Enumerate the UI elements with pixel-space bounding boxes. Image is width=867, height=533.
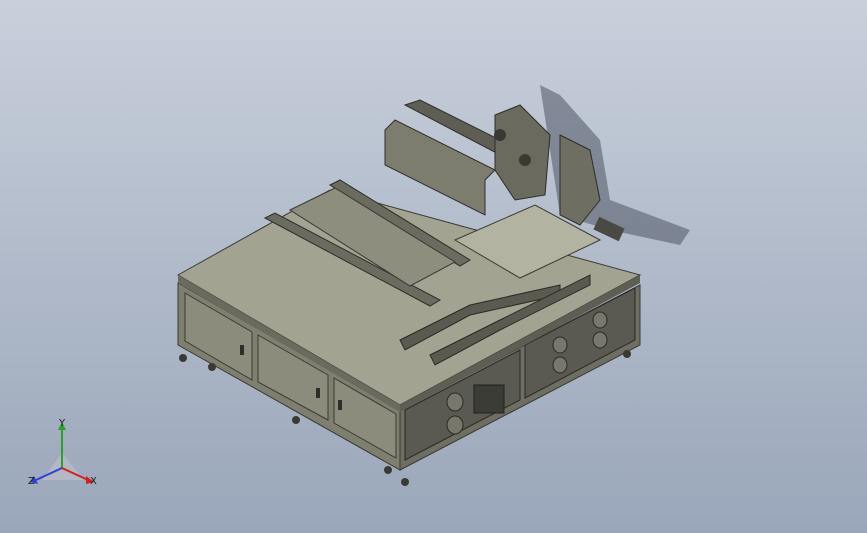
caster-wheel — [208, 363, 216, 371]
panel-hole — [552, 356, 568, 374]
door-handle-1 — [240, 345, 244, 355]
axis-triad: Y Z X — [22, 418, 112, 498]
machine-model[interactable] — [0, 0, 867, 533]
motor-pulley — [494, 129, 506, 141]
door-handle-2 — [316, 388, 320, 398]
caster-wheel — [179, 354, 187, 362]
y-axis-label: Y — [59, 418, 66, 429]
motor-pulley — [519, 154, 531, 166]
panel-hole — [592, 331, 608, 349]
panel-window — [473, 384, 505, 414]
motor-head — [494, 104, 551, 201]
axis-triad-graphic — [30, 422, 94, 484]
x-axis-label: X — [90, 476, 97, 487]
caster-wheel — [292, 416, 300, 424]
caster-wheel — [401, 478, 409, 486]
panel-hole — [592, 311, 608, 329]
caster-wheel — [384, 466, 392, 474]
cad-viewport[interactable]: Y Z X — [0, 0, 867, 533]
panel-hole — [446, 392, 464, 412]
z-axis-label: Z — [28, 476, 35, 487]
door-handle-3 — [338, 400, 342, 410]
caster-wheel — [623, 350, 631, 358]
panel-hole — [552, 336, 568, 354]
panel-hole — [446, 415, 464, 435]
